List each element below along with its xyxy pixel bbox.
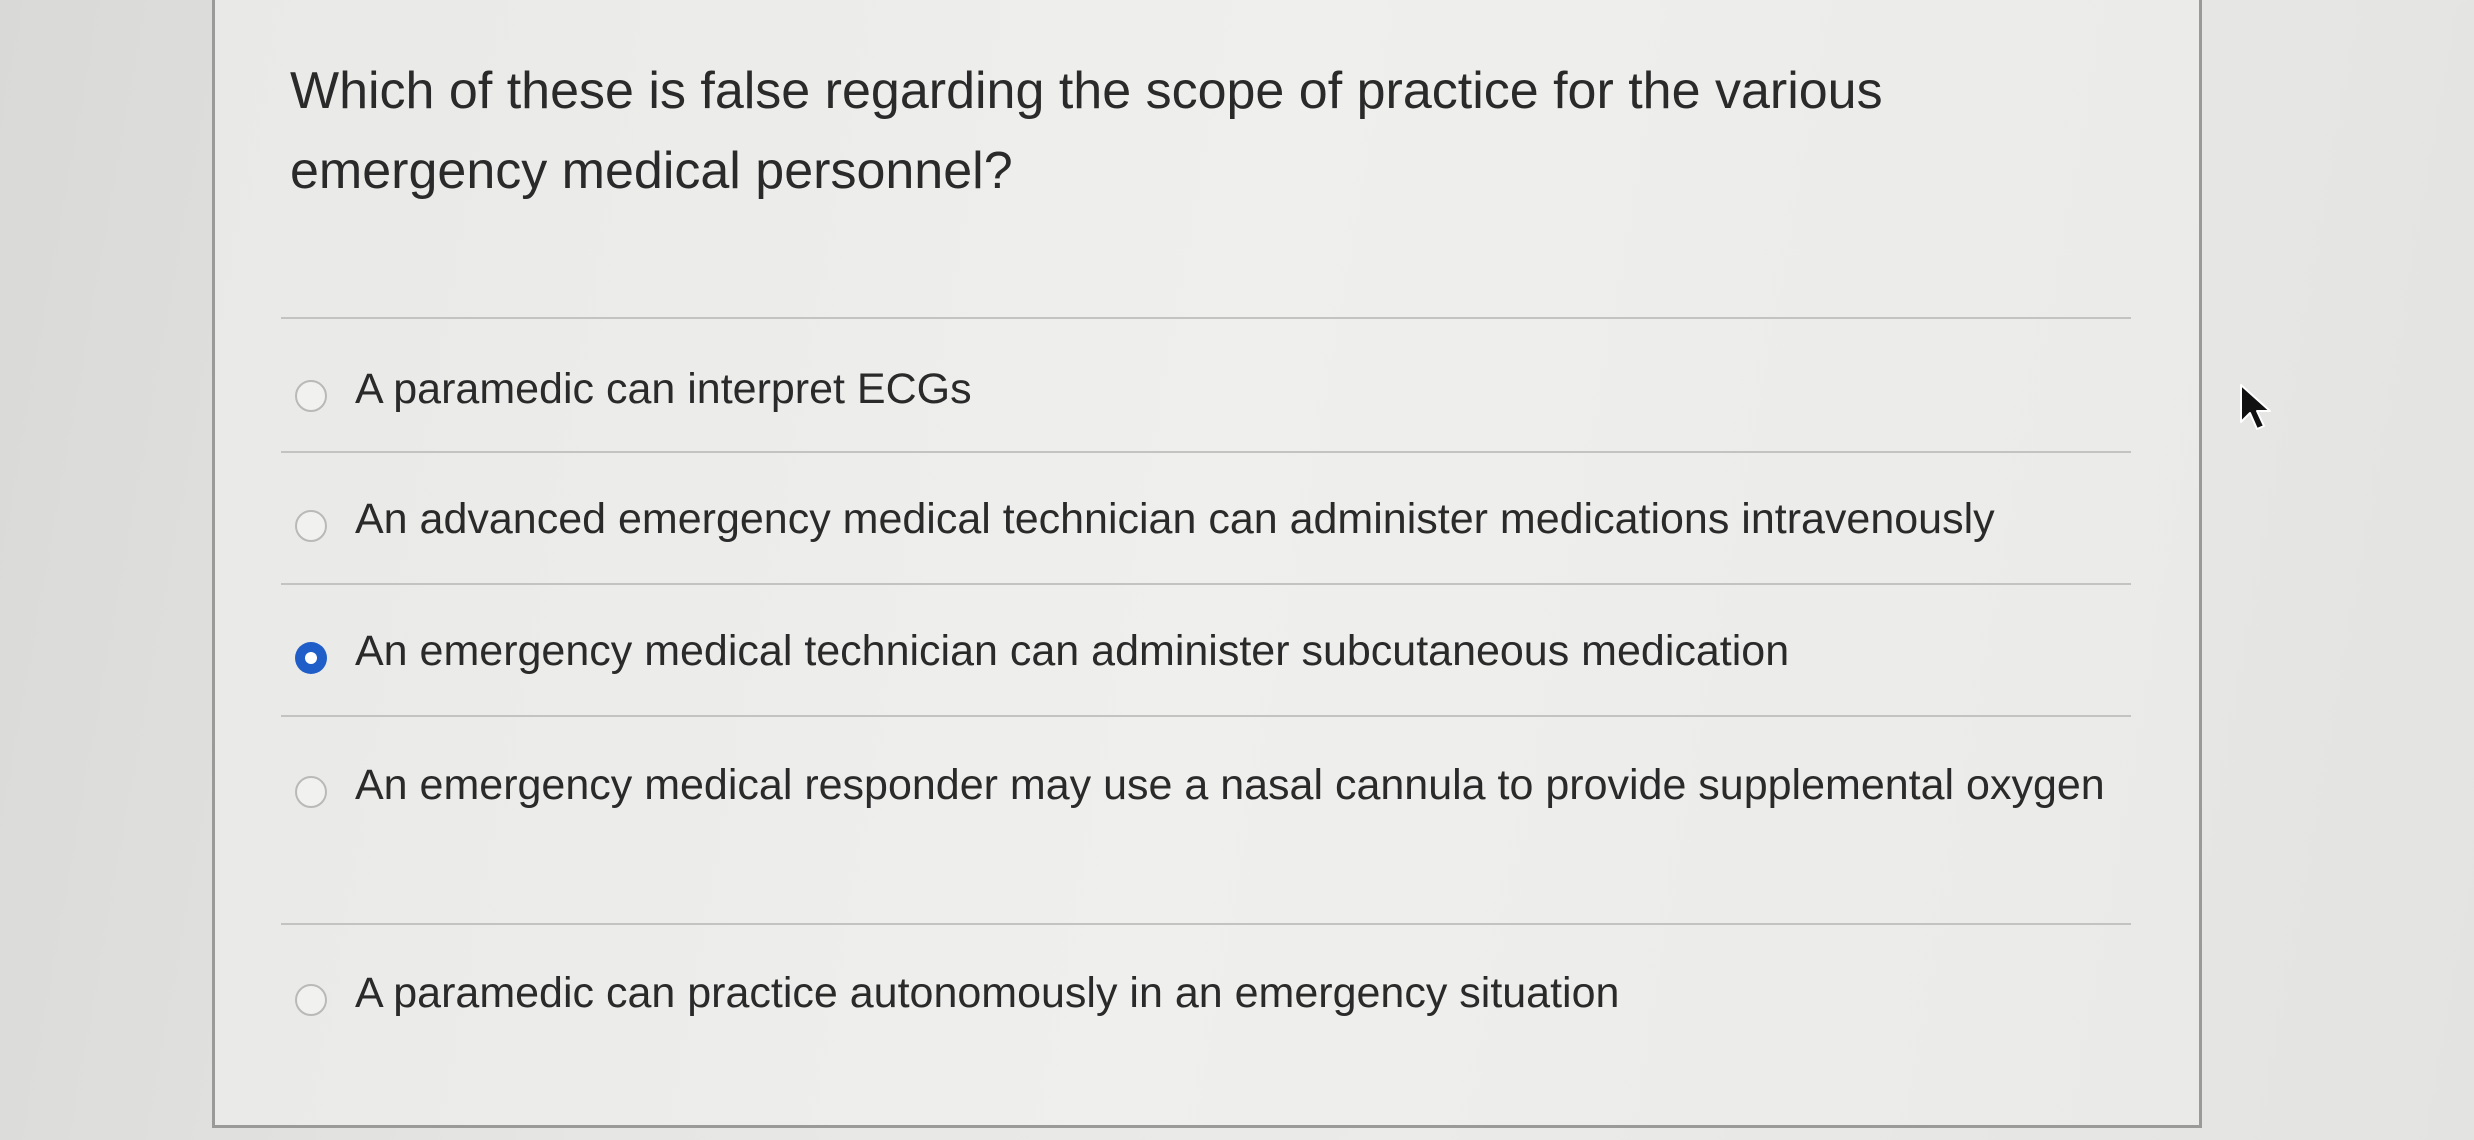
radio-button[interactable] [295, 984, 327, 1016]
divider [281, 451, 2131, 453]
answer-option-2[interactable]: An advanced emergency medical technician… [295, 495, 2135, 559]
answer-option-label: A paramedic can practice autonomously in… [355, 969, 1620, 1017]
answer-option-5[interactable]: A paramedic can practice autonomously in… [295, 969, 2135, 1033]
radio-button[interactable] [295, 380, 327, 412]
answer-option-label: A paramedic can interpret ECGs [355, 365, 972, 413]
answer-option-label: An emergency medical technician can admi… [355, 627, 1790, 675]
answer-option-label: An emergency medical responder may use a… [355, 761, 2105, 809]
answer-option-3[interactable]: An emergency medical technician can admi… [295, 627, 2135, 691]
divider [281, 583, 2131, 585]
question-card: Which of these is false regarding the sc… [212, 0, 2202, 1128]
divider [281, 715, 2131, 717]
mouse-pointer-icon [2240, 384, 2271, 430]
divider [281, 317, 2131, 319]
radio-button[interactable] [295, 510, 327, 542]
question-text: Which of these is false regarding the sc… [290, 62, 1883, 200]
radio-button[interactable] [295, 776, 327, 808]
divider [281, 923, 2131, 925]
radio-button-selected[interactable] [295, 642, 327, 674]
answer-option-label: An advanced emergency medical technician… [355, 495, 1995, 543]
answer-option-4[interactable]: An emergency medical responder may use a… [295, 761, 2135, 825]
answer-option-1[interactable]: A paramedic can interpret ECGs [295, 365, 2135, 429]
